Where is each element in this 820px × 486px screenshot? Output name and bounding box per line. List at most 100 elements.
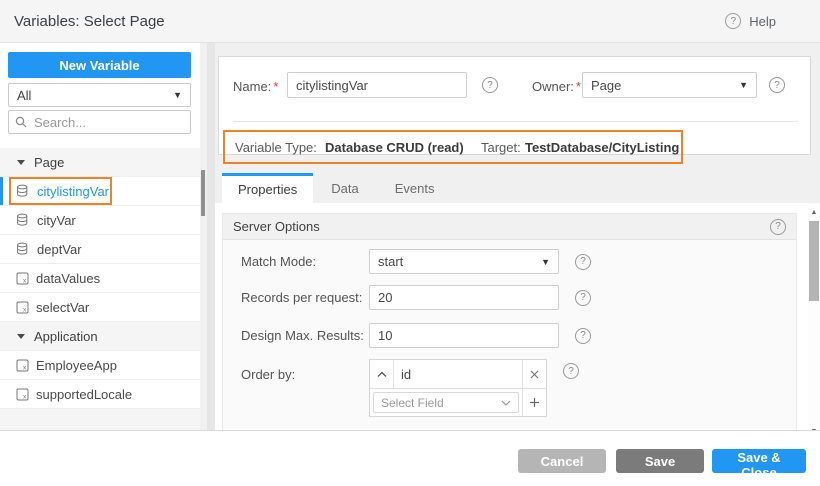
tree-item-supportedlocale[interactable]: x supportedLocale <box>0 380 200 409</box>
variable-summary-card: Name:* ? Owner:* Page ▼ ? Variable Type:… <box>218 56 811 155</box>
add-order-field-button[interactable] <box>522 389 546 416</box>
remove-order-field-button[interactable] <box>522 360 546 388</box>
detail-tabs: Properties Data Events <box>215 173 820 203</box>
match-mode-value: start <box>378 254 403 269</box>
order-by-help-icon[interactable]: ? <box>563 363 579 379</box>
new-variable-button[interactable]: New Variable <box>8 52 191 78</box>
card-divider <box>233 121 798 122</box>
content-scrollbar: ▲ ▼ <box>808 206 820 438</box>
design-max-results-label: Design Max. Results: <box>241 328 364 343</box>
database-variable-icon <box>16 213 30 227</box>
database-variable-icon <box>16 184 30 198</box>
content-scrollbar-thumb[interactable] <box>809 221 819 301</box>
sidebar-scrollbar-track[interactable] <box>200 43 207 430</box>
variables-sidebar: New Variable All ▼ Page citylistingVar <box>0 43 200 430</box>
help-button[interactable]: ? Help <box>725 13 776 29</box>
tree-item-employeeapp[interactable]: x EmployeeApp <box>0 351 200 380</box>
sidebar-scrollbar-thumb[interactable] <box>201 170 205 216</box>
variable-type-highlight-box: Variable Type: Database CRUD (read) Targ… <box>223 130 683 164</box>
owner-select[interactable]: Page ▼ <box>582 72 757 98</box>
collapse-triangle-icon <box>17 160 25 165</box>
required-asterisk: * <box>576 79 581 94</box>
search-input[interactable] <box>32 114 172 131</box>
server-options-help-icon[interactable]: ? <box>770 219 786 235</box>
tree-item-datavalues[interactable]: x dataValues <box>0 264 200 293</box>
owner-value: Page <box>591 78 621 93</box>
variable-filter-value: All <box>17 88 31 103</box>
match-mode-label: Match Mode: <box>241 254 316 269</box>
order-by-label: Order by: <box>241 367 295 382</box>
tree-item-citylistingvar[interactable]: citylistingVar <box>0 177 200 206</box>
static-variable-icon: x <box>16 272 29 285</box>
sort-direction-button[interactable] <box>370 360 394 388</box>
tree-item-selectvar[interactable]: x selectVar <box>0 293 200 322</box>
target-value: TestDatabase/CityListing <box>525 140 679 155</box>
static-variable-icon: x <box>16 359 29 372</box>
records-per-request-label: Records per request: <box>241 290 362 305</box>
collapse-triangle-icon <box>17 334 25 339</box>
tab-properties[interactable]: Properties <box>222 173 313 203</box>
match-mode-select[interactable]: start ▼ <box>369 249 559 274</box>
tree-item-deptvar[interactable]: deptVar <box>0 235 200 264</box>
search-icon <box>15 116 27 128</box>
match-mode-help-icon[interactable]: ? <box>575 254 591 270</box>
help-icon: ? <box>725 13 741 29</box>
properties-tab-content: Server Options ? Match Mode: start ▼ ? R… <box>215 203 820 430</box>
tree-footer-strip <box>0 409 200 430</box>
variables-dialog: Variables: Select Page ? Help New Variab… <box>0 0 820 486</box>
tab-data[interactable]: Data <box>313 173 376 203</box>
scroll-up-arrow-icon[interactable]: ▲ <box>809 209 819 216</box>
design-max-results-row: Design Max. Results: ? <box>223 323 796 348</box>
owner-help-icon[interactable]: ? <box>769 77 785 93</box>
name-field[interactable] <box>287 72 467 98</box>
chevron-up-icon <box>377 371 387 378</box>
chevron-down-icon: ▼ <box>541 257 550 267</box>
chevron-down-icon: ▼ <box>739 80 748 90</box>
dialog-footer: Cancel Save Save & Close <box>0 430 820 486</box>
records-per-request-row: Records per request: ? <box>223 285 796 310</box>
variable-type-value: Database CRUD (read) <box>325 140 464 155</box>
name-label: Name:* <box>233 79 278 94</box>
save-and-close-button[interactable]: Save & Close <box>712 449 806 473</box>
chevron-down-icon: ▼ <box>173 90 182 100</box>
owner-label: Owner:* <box>532 79 581 94</box>
selected-indicator-bar <box>0 177 3 205</box>
order-by-add-row: Select Field <box>370 388 546 416</box>
design-max-results-field[interactable] <box>369 323 559 348</box>
select-field-placeholder: Select Field <box>381 396 444 410</box>
tree-section-application[interactable]: Application <box>0 322 200 351</box>
server-options-header: Server Options ? <box>223 214 796 240</box>
match-mode-row: Match Mode: start ▼ ? <box>223 249 796 274</box>
tab-events[interactable]: Events <box>377 173 453 203</box>
plus-icon <box>529 397 540 408</box>
variable-type-label: Variable Type: <box>235 140 317 155</box>
static-variable-icon: x <box>16 301 29 314</box>
search-box <box>8 110 191 134</box>
server-options-title: Server Options <box>233 219 320 234</box>
variable-detail-panel: Name:* ? Owner:* Page ▼ ? Variable Type:… <box>215 43 820 430</box>
variable-filter-select[interactable]: All ▼ <box>8 83 191 107</box>
order-by-field-value[interactable]: id <box>394 360 522 388</box>
close-icon <box>530 370 539 379</box>
order-by-entry: id <box>370 360 546 388</box>
cancel-button[interactable]: Cancel <box>518 449 606 473</box>
tree-item-cityvar[interactable]: cityVar <box>0 206 200 235</box>
target-label: Target: <box>481 140 521 155</box>
required-asterisk: * <box>273 79 278 94</box>
dialog-header: Variables: Select Page ? Help <box>0 0 820 43</box>
save-button[interactable]: Save <box>616 449 704 473</box>
static-variable-icon: x <box>16 388 29 401</box>
help-label: Help <box>749 14 776 29</box>
select-field-dropdown[interactable]: Select Field <box>373 392 519 413</box>
database-variable-icon <box>16 242 30 256</box>
records-per-request-help-icon[interactable]: ? <box>575 290 591 306</box>
chevron-down-icon <box>501 400 511 406</box>
name-help-icon[interactable]: ? <box>482 77 498 93</box>
tree-section-page[interactable]: Page <box>0 148 200 177</box>
page-title: Variables: Select Page <box>14 13 165 30</box>
order-by-row: Order by: id <box>223 359 796 417</box>
sidebar-divider <box>207 43 215 430</box>
order-by-group: id Select Field <box>369 359 547 417</box>
design-max-results-help-icon[interactable]: ? <box>575 328 591 344</box>
records-per-request-field[interactable] <box>369 285 559 310</box>
